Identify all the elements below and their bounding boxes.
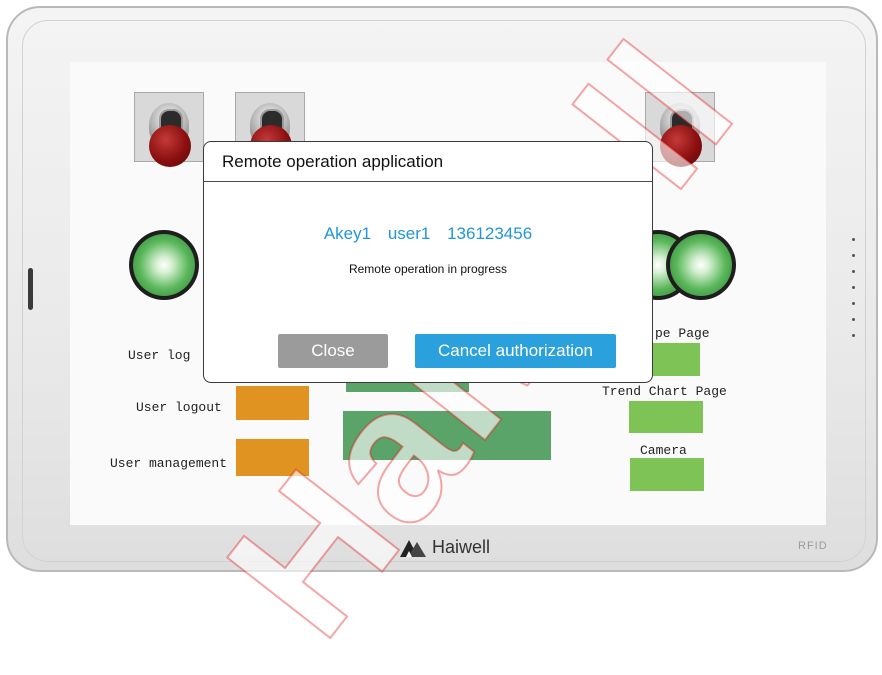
account-name: Akey1 — [323, 224, 372, 243]
brand-name: Haiwell — [432, 537, 491, 557]
indicator-lamp-3 — [666, 230, 736, 300]
user-management-label: User management — [110, 456, 228, 471]
user-management-button[interactable] — [236, 439, 309, 476]
user-login-label: User log — [128, 348, 191, 363]
green-bar-2[interactable] — [343, 411, 551, 460]
close-button[interactable]: Close — [278, 334, 388, 368]
indicator-lamp-1 — [129, 230, 199, 300]
brand-logo: Haiwell — [398, 537, 490, 558]
camera-label: Camera — [640, 443, 687, 458]
haiwell-logo-icon — [400, 539, 426, 557]
authorization-info: Akey1 user1 136123456 — [204, 224, 652, 244]
speaker-dots — [852, 238, 856, 350]
cancel-authorization-button[interactable]: Cancel authorization — [415, 334, 616, 368]
side-power-button[interactable] — [28, 268, 33, 310]
user-name: user1 — [387, 224, 431, 243]
phone-number: 136123456 — [447, 224, 533, 243]
user-logout-button[interactable] — [236, 386, 309, 420]
camera-button[interactable] — [630, 458, 704, 491]
red-knob-icon — [660, 125, 702, 167]
dialog-title: Remote operation application — [204, 142, 652, 182]
rfid-badge: RFID — [798, 540, 828, 552]
toggle-switch-1[interactable] — [134, 92, 204, 167]
type-page-label: pe Page — [655, 326, 710, 341]
trend-chart-page-label: Trend Chart Page — [602, 384, 727, 399]
user-logout-label: User logout — [136, 400, 222, 415]
red-knob-icon — [149, 125, 191, 167]
toggle-switch-3[interactable] — [645, 92, 715, 167]
remote-operation-dialog: Remote operation application Akey1 user1… — [203, 141, 653, 383]
trend-chart-page-button[interactable] — [629, 401, 703, 433]
status-message: Remote operation in progress — [348, 262, 508, 276]
